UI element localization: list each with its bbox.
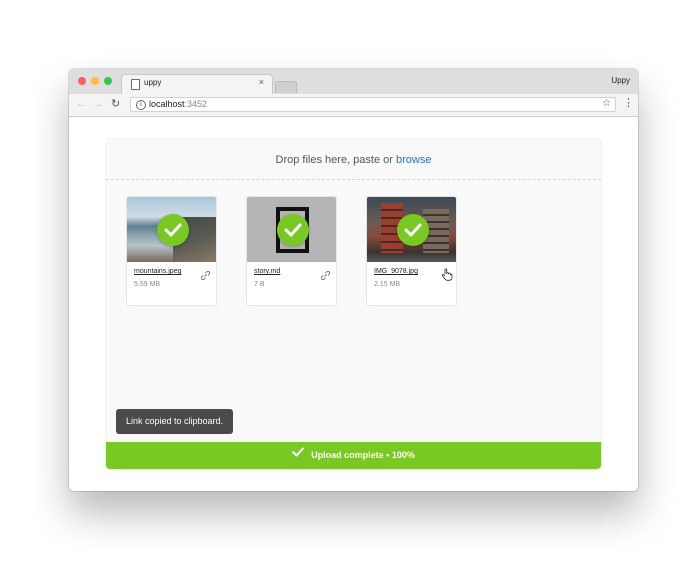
upload-complete-check-icon [277, 214, 309, 246]
file-card-mountains: mountains.jpeg 5.59 MB [126, 196, 217, 306]
url-text[interactable]: localhost:3452 [149, 99, 207, 109]
file-name[interactable]: mountains.jpeg [134, 268, 181, 275]
browser-window: uppy × Uppy ← → ↻ i localhost:3452 ☆ ⋮ D… [69, 69, 638, 491]
info-icon[interactable]: i [136, 100, 146, 110]
drop-divider [106, 179, 601, 180]
back-arrow-icon[interactable]: ← [76, 98, 87, 110]
drop-zone-text[interactable]: Drop files here, paste or browse [106, 154, 601, 166]
browser-toolbar: ← → ↻ i localhost:3452 ☆ ⋮ [69, 94, 638, 117]
address-bar[interactable]: i localhost:3452 ☆ [130, 97, 616, 112]
browse-link[interactable]: browse [396, 154, 431, 166]
copy-link-icon[interactable] [200, 267, 211, 285]
upload-status-bar: Upload complete • 100% [106, 442, 601, 469]
url-host: localhost [149, 99, 185, 109]
forward-arrow-icon[interactable]: → [93, 98, 104, 110]
status-check-icon [292, 441, 305, 468]
browser-tab[interactable]: uppy × [121, 74, 273, 94]
page-viewport: Drop files here, paste or browse mountai… [69, 117, 638, 491]
url-port: :3452 [184, 99, 208, 109]
minimize-window-button[interactable] [91, 77, 99, 85]
close-window-button[interactable] [78, 77, 86, 85]
file-size: 5.59 MB [134, 281, 161, 288]
file-card-img: IMG_9078.jpg 2.15 MB [366, 196, 457, 306]
title-bar: uppy × Uppy [69, 69, 638, 94]
status-content: Upload complete • 100% [292, 442, 415, 469]
upload-complete-check-icon [157, 214, 189, 246]
file-name[interactable]: IMG_9078.jpg [374, 268, 418, 275]
file-size: 2.15 MB [374, 281, 401, 288]
profile-name[interactable]: Uppy [611, 76, 630, 85]
file-card-story: story.md 7 B [246, 196, 337, 306]
copy-link-icon[interactable] [320, 267, 331, 285]
drop-instructions: Drop files here, paste or [275, 154, 393, 166]
upload-complete-check-icon [397, 214, 429, 246]
uppy-dashboard: Drop files here, paste or browse mountai… [106, 139, 601, 469]
tab-title: uppy [144, 78, 162, 87]
file-name[interactable]: story.md [254, 268, 280, 275]
new-tab-button[interactable] [275, 81, 297, 93]
zoom-window-button[interactable] [104, 77, 112, 85]
pointer-hand-icon[interactable] [441, 268, 453, 286]
page-icon [131, 79, 140, 90]
bookmark-star-icon[interactable]: ☆ [602, 98, 611, 109]
browser-menu-icon[interactable]: ⋮ [623, 98, 634, 109]
tab-close-icon[interactable]: × [259, 77, 264, 87]
status-text: Upload complete • 100% [311, 450, 415, 460]
file-size: 7 B [254, 281, 265, 288]
clipboard-toast: Link copied to clipboard. [116, 409, 234, 434]
reload-icon[interactable]: ↻ [111, 98, 120, 110]
